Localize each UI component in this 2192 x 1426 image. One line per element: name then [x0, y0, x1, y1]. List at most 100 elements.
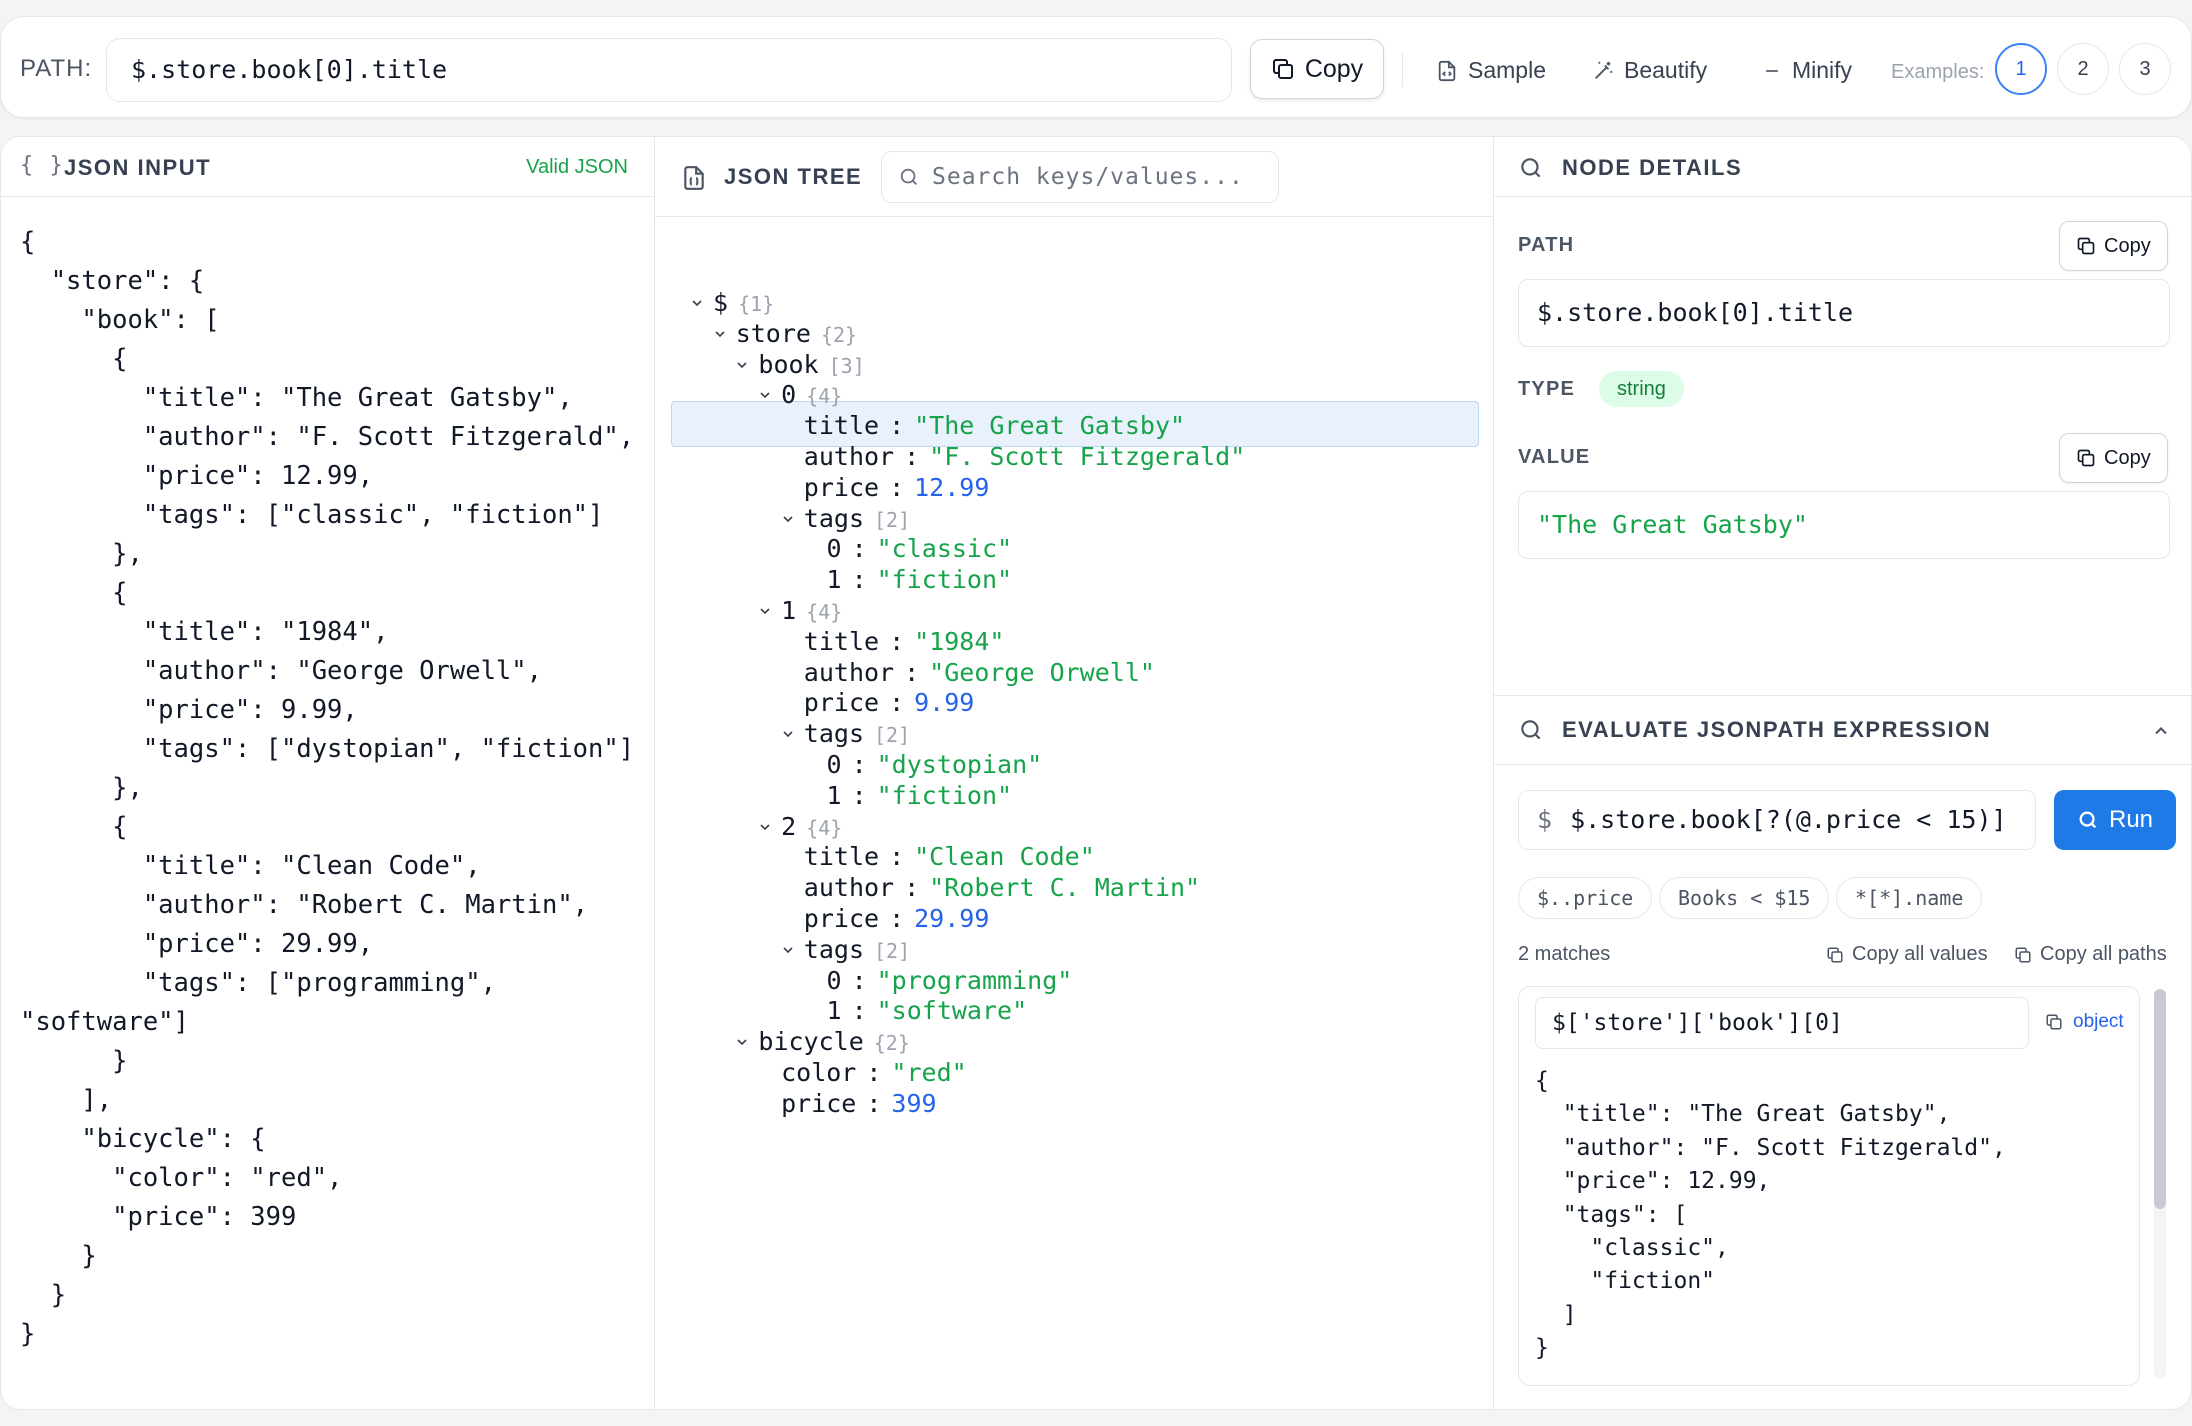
- tree-leaf[interactable]: price:399: [655, 1084, 1493, 1124]
- tree-key-text: title: [803, 842, 880, 872]
- example-1-button[interactable]: 1: [1995, 43, 2047, 95]
- json-input-line: "title": "The Great Gatsby",: [20, 383, 573, 413]
- node-path-field[interactable]: $.store.book[0].title: [1518, 279, 2170, 347]
- chevron-down-icon[interactable]: [780, 511, 796, 527]
- chip-price[interactable]: $..price: [1518, 877, 1653, 919]
- json-input-line: "price": 12.99,: [20, 461, 374, 491]
- json-input-title: JSON INPUT: [64, 155, 212, 180]
- tree-key-text: price: [781, 1088, 857, 1118]
- number-value: 399: [891, 1088, 937, 1118]
- example-3-button[interactable]: 3: [2119, 43, 2171, 95]
- tree-key-text: 0: [826, 534, 842, 564]
- evaluate-header[interactable]: EVALUATE JSONPATH EXPRESSION: [1494, 695, 2191, 765]
- node-value-label: VALUE: [1518, 446, 1591, 468]
- copy-all-paths-button[interactable]: Copy all paths: [2014, 943, 2167, 966]
- tree-key-text: store: [735, 318, 811, 348]
- scrollbar-thumb[interactable]: [2154, 989, 2166, 1209]
- chip-wildcard-name[interactable]: *[*].name: [1836, 877, 1983, 919]
- copy-node-value-button[interactable]: Copy: [2059, 433, 2168, 483]
- json-input-line: }: [20, 1280, 67, 1310]
- result-json-line: "fiction": [1535, 1268, 1716, 1295]
- string-value: "software": [876, 996, 1028, 1026]
- child-count: [3]: [828, 353, 865, 378]
- minify-button[interactable]: Minify: [1762, 57, 1852, 84]
- result-path-field[interactable]: $['store']['book'][0]: [1535, 997, 2029, 1049]
- example-2-button[interactable]: 2: [2057, 43, 2109, 95]
- dollar-prefix: $: [1537, 805, 1553, 834]
- json-input-line: "store": {: [20, 266, 205, 296]
- key-separator: :: [866, 1058, 882, 1087]
- node-type-label: TYPE: [1518, 378, 1576, 400]
- child-count: {4}: [806, 384, 843, 409]
- key-separator: :: [904, 657, 920, 687]
- copy-all-paths-label: Copy all paths: [2040, 943, 2167, 965]
- sample-button[interactable]: Sample: [1436, 57, 1546, 84]
- tree-key-text: 1: [826, 996, 842, 1026]
- string-value: "classic": [876, 534, 1013, 564]
- chevron-down-icon[interactable]: [780, 726, 796, 742]
- results-scrollbar[interactable]: [2154, 989, 2166, 1379]
- copy-path-button[interactable]: Copy: [1250, 39, 1384, 99]
- json-input-line: "bicycle": {: [20, 1124, 266, 1154]
- json-tree-panel: JSON TREE Search keys/values... $ {1} stor…: [654, 136, 1494, 1410]
- json-input-line: }: [20, 1241, 97, 1271]
- result-json-line: ]: [1535, 1301, 1577, 1328]
- copy-label: Copy: [1304, 54, 1364, 83]
- result-type-label: object: [2073, 1011, 2124, 1032]
- json-input-line: "book": [: [20, 305, 220, 335]
- string-value: "1984": [914, 626, 1005, 656]
- tree-key-text: price: [803, 904, 880, 933]
- chevron-up-icon[interactable]: [2151, 721, 2171, 741]
- minify-label: Minify: [1792, 57, 1853, 83]
- jsonpath-expression-input[interactable]: $ $.store.book[?(@.price < 15)]: [1518, 790, 2036, 850]
- chip-books-under-15[interactable]: Books < $15: [1659, 877, 1830, 919]
- json-input-line: "title": "1984",: [20, 617, 389, 647]
- chevron-down-icon[interactable]: [712, 326, 728, 342]
- chevron-down-icon[interactable]: [757, 387, 773, 403]
- string-value: "The Great Gatsby": [914, 411, 1186, 441]
- examples-label: Examples:: [1891, 61, 1985, 83]
- copy-all-values-button[interactable]: Copy all values: [1826, 943, 1988, 966]
- result-card: $['store']['book'][0] object { "title": …: [1518, 986, 2140, 1386]
- json-input-line: "software"]: [20, 1007, 189, 1037]
- path-input[interactable]: $.store.book[0].title: [106, 38, 1232, 102]
- copy-icon: [1827, 947, 1843, 962]
- chevron-down-icon[interactable]: [780, 942, 796, 958]
- tree-key-text: author: [803, 873, 895, 903]
- result-json-line: "author": "F. Scott Fitzgerald",: [1535, 1134, 2006, 1161]
- valid-json-badge: Valid JSON: [526, 156, 628, 178]
- chevron-down-icon[interactable]: [757, 819, 773, 835]
- tree-key-text: book: [758, 349, 819, 379]
- chevron-down-icon[interactable]: [734, 357, 750, 373]
- json-input-line: "tags": ["dystopian", "fiction"]: [20, 734, 635, 764]
- child-count: {4}: [806, 815, 843, 840]
- string-value: "fiction": [876, 780, 1013, 810]
- tree-key-text: author: [803, 442, 895, 471]
- chevron-down-icon[interactable]: [689, 295, 705, 311]
- copy-icon: [2046, 1014, 2062, 1030]
- copy-node-path-button[interactable]: Copy: [2059, 221, 2168, 271]
- json-input-line: "price": 9.99,: [20, 695, 358, 725]
- key-separator: :: [851, 996, 867, 1026]
- chevron-down-icon[interactable]: [757, 603, 773, 619]
- json-input-editor[interactable]: { "store": { "book": [ { "title": "The G…: [20, 223, 634, 1354]
- result-type-button[interactable]: object: [2045, 1011, 2124, 1033]
- beautify-button[interactable]: Beautify: [1592, 57, 1707, 84]
- type-badge: string: [1599, 371, 1684, 407]
- tree-key-text: author: [803, 657, 895, 687]
- copy-label: Copy: [2104, 446, 2151, 469]
- run-button[interactable]: Run: [2054, 790, 2176, 850]
- tree-key-text: tags: [803, 503, 865, 533]
- result-json-line: "classic",: [1535, 1235, 1729, 1262]
- chevron-down-icon[interactable]: [734, 1034, 750, 1050]
- result-json-line: "title": "The Great Gatsby",: [1535, 1101, 1951, 1128]
- key-separator: :: [851, 750, 867, 779]
- child-count: {2}: [873, 1031, 910, 1056]
- json-input-line: "title": "Clean Code",: [20, 851, 481, 881]
- json-input-line: {: [20, 344, 128, 374]
- node-value-field[interactable]: "The Great Gatsby": [1518, 491, 2170, 559]
- tree-search-input[interactable]: Search keys/values...: [881, 151, 1279, 203]
- json-input-line: {: [20, 227, 36, 257]
- node-details-title: NODE DETAILS: [1562, 155, 1743, 180]
- child-count: {1}: [738, 292, 775, 316]
